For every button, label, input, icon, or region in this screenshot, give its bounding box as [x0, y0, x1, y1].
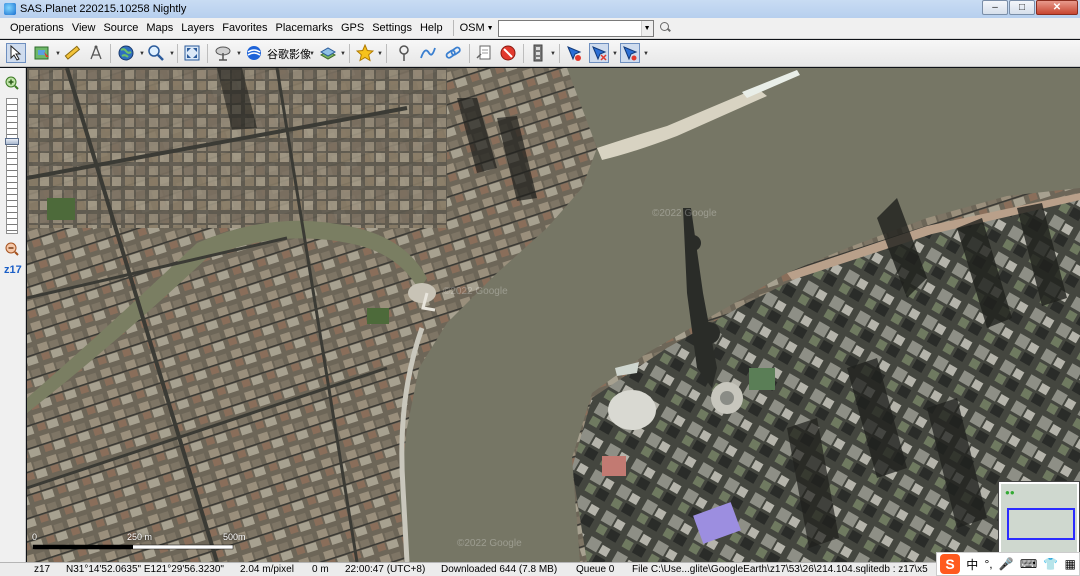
satellite-dish-icon[interactable] [213, 43, 233, 63]
ime-skin-icon[interactable]: 👕 [1043, 557, 1058, 571]
satellite-imagery [27, 68, 1080, 562]
toolbar: ▼ ▼ ▼ ▼ 谷歌影像 ▼ ▼ ▼ ▼ ▼ ▼ [0, 40, 1080, 67]
zoom-slider-track[interactable] [6, 98, 18, 234]
chevron-down-icon[interactable]: ▼ [139, 51, 145, 57]
toolbar-separator [523, 44, 524, 63]
chevron-down-icon[interactable]: ▼ [55, 51, 61, 57]
toolbar-separator [469, 44, 470, 63]
map-watermark: ©2022 Google [443, 286, 508, 297]
menu-favorites[interactable]: Favorites [218, 22, 271, 34]
path-icon[interactable] [418, 43, 438, 63]
chevron-down-icon: ▼ [486, 24, 494, 32]
magnifier-icon[interactable] [146, 43, 166, 63]
menu-source[interactable]: Source [99, 22, 142, 34]
minimap[interactable]: ●● [999, 482, 1079, 558]
menu-settings[interactable]: Settings [368, 22, 416, 34]
ime-keyboard-icon[interactable]: ⌨ [1020, 557, 1037, 571]
title-bar: SAS.Planet 220215.10258 Nightly – □ ✕ [0, 0, 1080, 18]
ime-punctuation-icon[interactable]: °, [984, 557, 992, 571]
gps-arrow-icon[interactable] [564, 43, 584, 63]
pin-icon[interactable] [394, 43, 414, 63]
menu-gps[interactable]: GPS [337, 22, 368, 34]
menu-placemarks[interactable]: Placemarks [272, 22, 337, 34]
ime-microphone-icon[interactable]: 🎤 [999, 557, 1014, 571]
status-zoom: z17 [34, 564, 51, 575]
scale-start-label: 0 [32, 532, 38, 542]
gps-arrow-active-icon[interactable] [620, 43, 640, 63]
menu-operations[interactable]: Operations [0, 22, 68, 34]
menu-view[interactable]: View [68, 22, 100, 34]
chevron-down-icon[interactable]: ▼ [236, 51, 242, 57]
zoom-out-icon[interactable] [5, 242, 19, 256]
status-queue: Queue 0 [576, 564, 615, 575]
chevron-down-icon[interactable]: ▼ [550, 51, 556, 57]
toolbar-separator [386, 44, 387, 63]
ime-language[interactable]: 中 [966, 556, 978, 573]
minimap-layers-icon[interactable]: ●● [1005, 488, 1015, 497]
cursor-icon[interactable] [6, 43, 26, 63]
menu-bar: Operations View Source Maps Layers Favor… [0, 18, 1080, 39]
status-time: 22:00:47 (UTC+8) [345, 564, 426, 575]
menu-help[interactable]: Help [416, 22, 447, 34]
chevron-down-icon[interactable]: ▼ [377, 51, 383, 57]
scale-mid-label: 250 m [127, 532, 153, 542]
layers-stack-icon[interactable] [318, 43, 338, 63]
status-resolution: 2.04 m/pixel [240, 564, 294, 575]
ime-grid-icon[interactable]: ▦ [1065, 557, 1076, 571]
gps-arrow-pressed-icon[interactable] [589, 43, 609, 63]
app-icon [4, 3, 16, 15]
film-strip-icon[interactable] [528, 43, 548, 63]
map-watermark: ©2022 Google [457, 538, 522, 549]
minimize-button[interactable]: – [982, 0, 1008, 15]
star-icon[interactable] [355, 43, 375, 63]
window-title: SAS.Planet 220215.10258 Nightly [20, 3, 187, 15]
close-button[interactable]: ✕ [1036, 0, 1078, 15]
map-layers-icon[interactable] [32, 43, 52, 63]
status-file: File C:\Use...glite\GoogleEarth\z17\53\2… [632, 564, 928, 575]
ruler-icon[interactable] [62, 43, 82, 63]
map-view[interactable]: ©2022 Google ©2022 Google ©2022 Google 0… [27, 68, 1080, 562]
toolbar-separator [110, 44, 111, 63]
google-earth-icon[interactable] [244, 43, 264, 63]
menu-maps[interactable]: Maps [142, 22, 177, 34]
zoom-in-icon[interactable] [5, 76, 19, 90]
search-icon[interactable] [658, 21, 672, 35]
chevron-down-icon[interactable]: ▼ [169, 51, 175, 57]
menu-layers[interactable]: Layers [177, 22, 218, 34]
delete-circle-icon[interactable] [498, 43, 518, 63]
chevron-down-icon[interactable]: ▼ [340, 51, 346, 57]
status-elevation: 0 m [312, 564, 329, 575]
toolbar-separator [207, 44, 208, 63]
maximize-button[interactable]: □ [1009, 0, 1035, 15]
map-source-label: OSM [459, 22, 485, 34]
menu-separator [452, 20, 454, 36]
map-watermark: ©2022 Google [652, 208, 717, 219]
note-icon[interactable] [474, 43, 494, 63]
map-source-dropdown[interactable]: OSM ▼ [460, 22, 494, 34]
scale-end-label: 500m [223, 532, 246, 542]
map-type-label[interactable]: 谷歌影像 [267, 46, 311, 62]
toolbar-separator [559, 44, 560, 63]
window-controls: – □ ✕ [981, 0, 1078, 16]
toolbar-separator [177, 44, 178, 63]
search-dropdown-icon[interactable]: ▼ [640, 20, 653, 36]
globe-icon[interactable] [116, 43, 136, 63]
chevron-down-icon[interactable]: ▼ [309, 51, 315, 57]
compass-icon[interactable] [86, 43, 106, 63]
ime-logo[interactable]: S [940, 554, 961, 574]
zoom-rail: z17 [0, 68, 26, 562]
chevron-down-icon[interactable]: ▼ [643, 51, 649, 57]
fullscreen-icon[interactable] [182, 43, 202, 63]
minimap-viewport-frame[interactable] [1007, 508, 1075, 540]
status-bar: z17 N31°14'52.0635" E121°29'56.3230" 2.0… [0, 562, 1080, 576]
search-input[interactable]: ▼ [497, 19, 654, 37]
toolbar-separator [349, 44, 350, 63]
zoom-slider-thumb[interactable] [5, 138, 19, 145]
chevron-down-icon[interactable]: ▼ [612, 51, 618, 57]
status-downloaded: Downloaded 644 (7.8 MB) [441, 564, 558, 575]
zoom-level-label: z17 [4, 264, 22, 276]
link-icon[interactable] [443, 43, 463, 63]
status-coordinates: N31°14'52.0635" E121°29'56.3230" [66, 564, 224, 575]
ime-toolbar: S 中 °, 🎤 ⌨ 👕 ▦ [936, 552, 1080, 576]
